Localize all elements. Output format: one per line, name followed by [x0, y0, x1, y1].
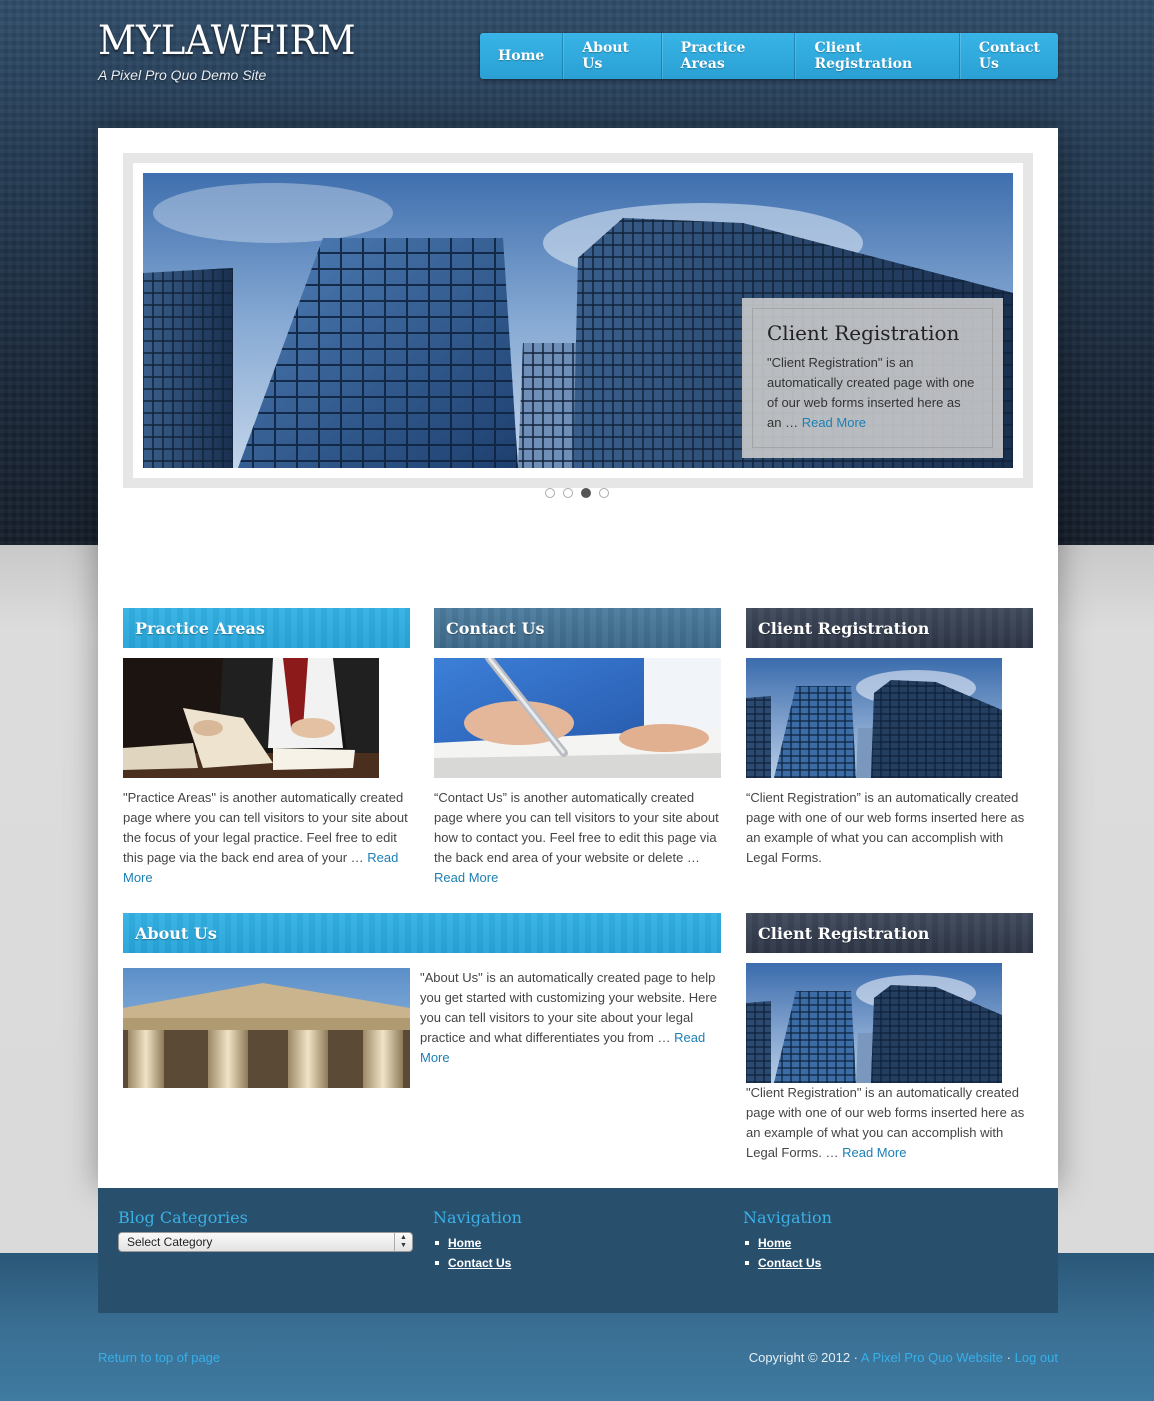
footer-nav-home-link[interactable]: Home	[433, 1233, 511, 1253]
site-tagline: A Pixel Pro Quo Demo Site	[98, 67, 267, 83]
footer-separator: ·	[1006, 1350, 1011, 1365]
contact-us-read-more-link[interactable]: Read More	[434, 870, 498, 885]
client-registration-thumbnail[interactable]	[746, 658, 1002, 778]
blog-categories-title: Blog Categories	[118, 1208, 248, 1227]
widget-title-contact-us[interactable]: Contact Us	[434, 608, 721, 648]
about-us-thumbnail[interactable]	[123, 968, 410, 1088]
copyright-text: Copyright © 2012 ·	[748, 1350, 859, 1365]
nav-home[interactable]: Home	[480, 33, 564, 79]
nav-client-registration[interactable]: Client Registration	[795, 33, 960, 79]
footer-navigation-list-1: Home Contact Us	[433, 1233, 511, 1273]
widget-title-practice-areas[interactable]: Practice Areas	[123, 608, 410, 648]
about-us-excerpt: "About Us" is an automatically created p…	[420, 970, 717, 1065]
contact-us-thumbnail[interactable]	[434, 658, 721, 778]
widget-title-about-us[interactable]: About Us	[123, 913, 721, 953]
slider-caption: Client Registration "Client Registration…	[742, 298, 1003, 458]
slider-dot-3-active[interactable]	[581, 488, 591, 498]
slider-dot-1[interactable]	[545, 488, 555, 498]
footer-nav-home-link-2[interactable]: Home	[743, 1233, 821, 1253]
client-registration-thumbnail-2[interactable]	[746, 963, 1002, 1083]
footer-navigation-list-2: Home Contact Us	[743, 1233, 821, 1273]
client-registration-excerpt-2: "Client Registration" is an automaticall…	[746, 1085, 1025, 1160]
nav-contact-us[interactable]: Contact Us	[959, 33, 1058, 79]
footer-nav-contact-us-link-2[interactable]: Contact Us	[743, 1253, 821, 1273]
site-credit-link[interactable]: A Pixel Pro Quo Website	[861, 1350, 1003, 1365]
site-title[interactable]: MYLAWFIRM	[98, 18, 356, 64]
nav-practice-areas[interactable]: Practice Areas	[661, 33, 796, 79]
practice-areas-excerpt: "Practice Areas" is another automaticall…	[123, 790, 408, 885]
widget-title-client-registration[interactable]: Client Registration	[746, 608, 1033, 648]
footer-nav-contact-us-link[interactable]: Contact Us	[433, 1253, 511, 1273]
lawyer-reading-image	[123, 658, 379, 778]
copyright-notice: Copyright © 2012 · A Pixel Pro Quo Websi…	[749, 1350, 1058, 1365]
practice-areas-thumbnail[interactable]	[123, 658, 379, 778]
client-registration-excerpt: “Client Registration” is an automaticall…	[746, 790, 1025, 865]
widget-title-client-registration-2[interactable]: Client Registration	[746, 913, 1033, 953]
hand-signing-document-image	[434, 658, 721, 778]
slider-dot-4[interactable]	[599, 488, 609, 498]
return-to-top-link[interactable]: Return to top of page	[98, 1350, 220, 1365]
contact-us-excerpt: “Contact Us” is another automatically cr…	[434, 790, 719, 885]
nav-about-us[interactable]: About Us	[563, 33, 662, 79]
slider-caption-title[interactable]: Client Registration	[767, 321, 978, 345]
logout-link[interactable]: Log out	[1015, 1350, 1058, 1365]
footer-navigation-title-1: Navigation	[433, 1208, 522, 1227]
slider-pagination	[545, 488, 609, 498]
main-navigation: Home About Us Practice Areas Client Regi…	[480, 33, 1058, 79]
client-registration-read-more-link[interactable]: Read More	[842, 1145, 906, 1160]
building-thumbnail-image-2	[746, 963, 1002, 1083]
slider-caption-text: "Client Registration" is an automaticall…	[767, 355, 975, 430]
slider-dot-2[interactable]	[563, 488, 573, 498]
courthouse-columns-image	[123, 968, 410, 1088]
category-select[interactable]: Select Category ▲ ▼	[118, 1232, 413, 1252]
select-arrows-icon: ▲ ▼	[394, 1233, 412, 1251]
slider-read-more-link[interactable]: Read More	[802, 415, 866, 430]
footer-navigation-title-2: Navigation	[743, 1208, 832, 1227]
building-thumbnail-image	[746, 658, 1002, 778]
